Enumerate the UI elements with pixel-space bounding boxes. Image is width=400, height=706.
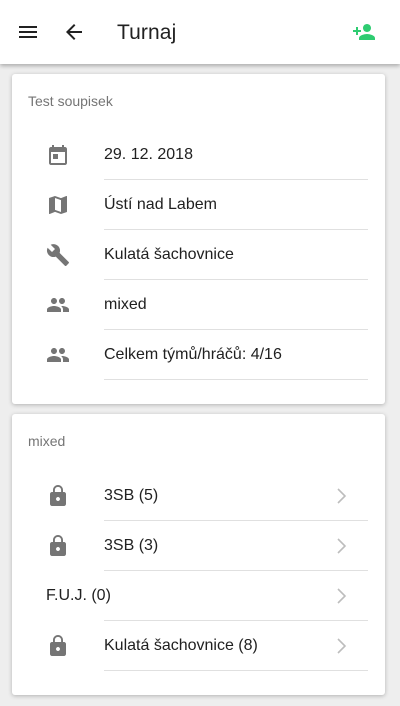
team-name: F.U.J. (0) [46, 587, 111, 604]
lock-icon [46, 484, 70, 508]
lock-icon [46, 634, 70, 658]
team-row[interactable]: 3SB (3) [12, 521, 385, 571]
team-name: Kulatá šachovnice (8) [104, 637, 258, 654]
team-row[interactable]: 3SB (5) [12, 471, 385, 521]
organizer-text: Kulatá šachovnice [104, 246, 234, 263]
chevron-right-icon [336, 486, 348, 506]
divider [104, 379, 368, 380]
back-arrow-icon[interactable] [62, 20, 86, 44]
app-bar: Turnaj [0, 0, 400, 64]
team-row[interactable]: Kulatá šachovnice (8) [12, 621, 385, 671]
team-name: 3SB (5) [104, 487, 159, 504]
category-row: mixed [12, 280, 385, 330]
team-name: 3SB (3) [104, 537, 159, 554]
location-row: Ústí nad Labem [12, 180, 385, 230]
divider [104, 670, 368, 671]
calendar-icon [46, 143, 70, 167]
chevron-right-icon [336, 636, 348, 656]
team-row[interactable]: F.U.J. (0) [12, 571, 385, 621]
add-person-icon[interactable] [352, 20, 376, 44]
menu-icon[interactable] [16, 20, 40, 44]
page-title: Turnaj [117, 21, 177, 44]
tournament-name: Test soupisek [28, 93, 113, 109]
people-icon [46, 293, 70, 317]
count-row: Celkem týmů/hráčů: 4/16 [12, 330, 385, 380]
location-text: Ústí nad Labem [104, 196, 217, 213]
chevron-right-icon [336, 536, 348, 556]
map-icon [46, 193, 70, 217]
organizer-row: Kulatá šachovnice [12, 230, 385, 280]
people-icon [46, 343, 70, 367]
group-card: mixed 3SB (5) 3SB (3) F.U.J. (0) Kulatá … [12, 414, 385, 695]
group-name: mixed [28, 433, 66, 449]
tournament-info-card: Test soupisek 29. 12. 2018 Ústí nad Labe… [12, 74, 385, 404]
date-row: 29. 12. 2018 [12, 130, 385, 180]
lock-icon [46, 534, 70, 558]
date-text: 29. 12. 2018 [104, 146, 193, 163]
wrench-icon [46, 243, 70, 267]
category-text: mixed [104, 296, 147, 313]
chevron-right-icon [336, 586, 348, 606]
count-text: Celkem týmů/hráčů: 4/16 [104, 346, 282, 363]
